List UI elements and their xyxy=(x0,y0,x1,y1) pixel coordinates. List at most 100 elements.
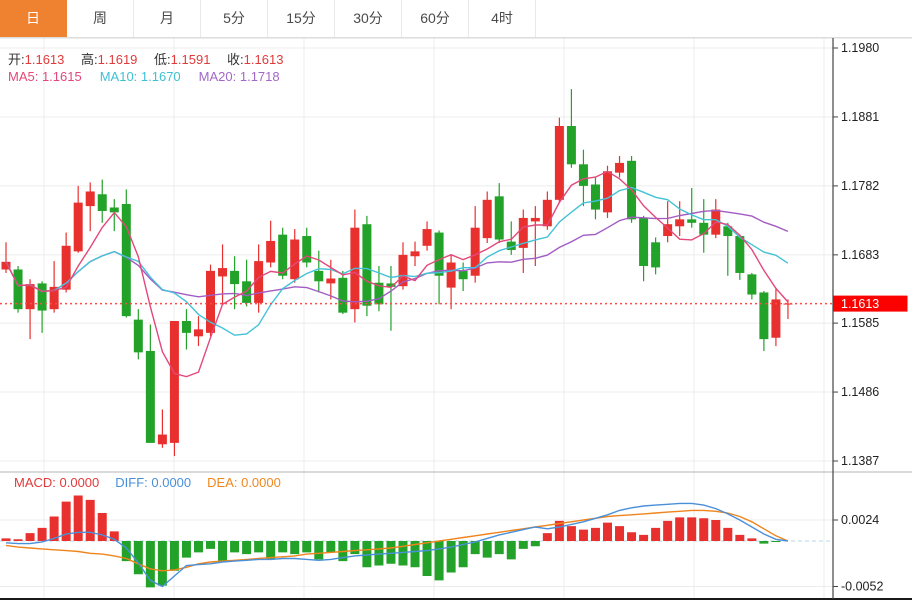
price-tick-label: 1.1782 xyxy=(841,179,879,193)
candle xyxy=(663,201,672,242)
macd-bar xyxy=(290,541,299,554)
tab-15min[interactable]: 15分 xyxy=(268,0,335,37)
candle-body xyxy=(38,283,47,310)
candle-body xyxy=(74,203,83,252)
macd-bar xyxy=(519,541,528,549)
macd-bar xyxy=(531,541,540,546)
tab-5min[interactable]: 5分 xyxy=(201,0,268,37)
candle-body xyxy=(543,200,552,226)
macd-bar xyxy=(278,541,287,552)
candle xyxy=(651,237,660,274)
candle-body xyxy=(266,241,275,263)
macd-tick-label: 0.0024 xyxy=(841,513,879,527)
macd-legend: MACD: 0.0000 DIFF: 0.0000 DEA: 0.0000 xyxy=(14,475,297,490)
candle-body xyxy=(591,185,600,210)
tab-30min[interactable]: 30分 xyxy=(335,0,402,37)
candle xyxy=(290,229,299,283)
macd-bar xyxy=(350,541,359,554)
tab-4hour[interactable]: 4时 xyxy=(469,0,536,37)
macd-bar xyxy=(134,541,143,574)
candle xyxy=(687,188,696,228)
macd-bar xyxy=(663,521,672,541)
macd-bar xyxy=(86,500,95,541)
diff-line xyxy=(6,503,788,586)
candle xyxy=(711,199,720,238)
candle xyxy=(86,182,95,231)
candle-body xyxy=(531,218,540,221)
candle xyxy=(146,324,155,442)
candle-body xyxy=(218,268,227,276)
macd-bar xyxy=(435,541,444,580)
ohlc-legend: 开:1.1613 高:1.1619 低:1.1591 收:1.1613 xyxy=(8,49,296,68)
close-value: 1.1613 xyxy=(244,52,284,67)
candle xyxy=(170,321,179,456)
close-label: 收: xyxy=(227,52,244,67)
macd-bar xyxy=(2,538,11,541)
macd-bar xyxy=(591,528,600,541)
macd-bar xyxy=(194,541,203,552)
candle xyxy=(182,309,191,349)
candle xyxy=(735,235,744,280)
tab-month[interactable]: 月 xyxy=(134,0,201,37)
candle-body xyxy=(338,278,347,313)
candle xyxy=(639,216,648,281)
candle-body xyxy=(735,236,744,273)
ma-legend: MA5: 1.1615MA10: 1.1670MA20: 1.1718 xyxy=(8,69,298,84)
candle-body xyxy=(675,219,684,226)
candle xyxy=(459,263,468,292)
macd-bar xyxy=(735,535,744,541)
macd-bar xyxy=(483,541,492,558)
candle-body xyxy=(567,126,576,164)
ma-legend-item: MA5: 1.1615 xyxy=(8,69,82,84)
candle-body xyxy=(771,299,780,337)
candle xyxy=(723,223,732,276)
price-tick-label: 1.1387 xyxy=(841,454,879,468)
candle-body xyxy=(615,163,624,173)
macd-bar xyxy=(230,541,239,552)
macd-bar xyxy=(759,541,768,544)
candle xyxy=(218,244,227,304)
open-value: 1.1613 xyxy=(25,52,65,67)
candle xyxy=(110,199,119,231)
macd-legend-item: MACD: 0.0000 xyxy=(14,475,99,490)
candle-body xyxy=(447,263,456,288)
candle-body xyxy=(278,235,287,276)
candle xyxy=(194,316,203,346)
macd-legend-item: DIFF: 0.0000 xyxy=(115,475,191,490)
candle-body xyxy=(579,164,588,186)
candle xyxy=(783,299,792,319)
candle xyxy=(507,221,516,254)
low-value: 1.1591 xyxy=(171,52,211,67)
candle-body xyxy=(459,271,468,279)
period-toolbar: 日周月5分15分30分60分4时 xyxy=(0,0,912,38)
price-tick-label: 1.1683 xyxy=(841,248,879,262)
macd-bar xyxy=(603,523,612,541)
macd-bar xyxy=(242,541,251,554)
high-value: 1.1619 xyxy=(98,52,138,67)
gridlines xyxy=(0,38,833,599)
macd-bar xyxy=(747,538,756,541)
candle xyxy=(519,210,528,273)
macd-bar xyxy=(26,533,35,541)
candle xyxy=(134,309,143,359)
macd-bar xyxy=(326,541,335,552)
candle-body xyxy=(495,196,504,239)
candle xyxy=(242,260,251,307)
tab-60min[interactable]: 60分 xyxy=(402,0,469,37)
macd-bar xyxy=(651,528,660,541)
macd-bar xyxy=(699,518,708,541)
macd-bar xyxy=(675,517,684,541)
candle xyxy=(314,251,323,293)
macd-bar xyxy=(74,496,83,542)
candle-body xyxy=(639,218,648,266)
candle-body xyxy=(483,200,492,238)
tab-week[interactable]: 周 xyxy=(67,0,134,37)
low-label: 低: xyxy=(154,52,171,67)
candle-body xyxy=(435,233,444,276)
candle-body xyxy=(194,329,203,336)
tab-day[interactable]: 日 xyxy=(0,0,67,37)
candle-body xyxy=(158,435,167,445)
candle xyxy=(591,178,600,220)
price-axis: 1.19801.18811.17821.16831.15851.14861.13… xyxy=(833,41,883,594)
macd-legend-item: DEA: 0.0000 xyxy=(207,475,281,490)
